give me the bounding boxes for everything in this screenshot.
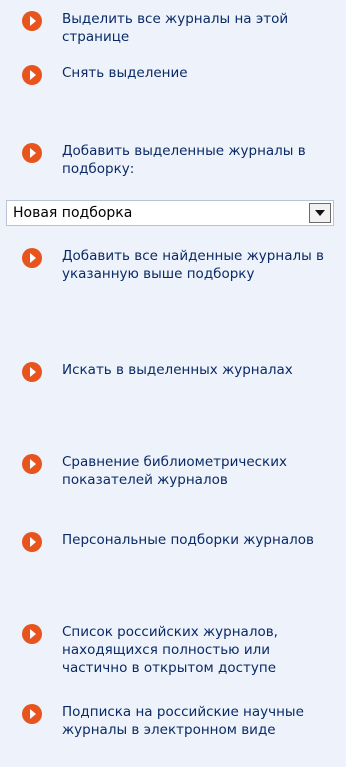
orange-circle-play-icon bbox=[22, 532, 42, 552]
action-compare-metrics[interactable]: Сравнение библиометрических показателей … bbox=[22, 453, 342, 489]
orange-circle-play-icon bbox=[22, 65, 42, 85]
action-search-selected-label: Искать в выделенных журналах bbox=[62, 362, 293, 378]
action-add-selected[interactable]: Добавить выделенные журналы в подборку: bbox=[22, 142, 342, 178]
action-deselect[interactable]: Снять выделение bbox=[22, 64, 342, 85]
action-subscription-label: Подписка на российские научные журналы в… bbox=[62, 704, 304, 738]
action-personal-collections[interactable]: Персональные подборки журналов bbox=[22, 531, 342, 552]
action-compare-metrics-label: Сравнение библиометрических показателей … bbox=[62, 454, 287, 488]
action-select-all-label: Выделить все журналы на этой странице bbox=[62, 11, 289, 45]
action-open-access-list-label: Список российских журналов, находящихся … bbox=[62, 624, 278, 676]
chevron-down-icon bbox=[315, 210, 325, 216]
action-deselect-label: Снять выделение bbox=[62, 65, 188, 81]
action-add-all-found[interactable]: Добавить все найденные журналы в указанн… bbox=[22, 247, 342, 283]
orange-circle-play-icon bbox=[22, 624, 42, 644]
action-personal-collections-label: Персональные подборки журналов bbox=[62, 532, 314, 548]
action-search-selected[interactable]: Искать в выделенных журналах bbox=[22, 361, 342, 382]
orange-circle-play-icon bbox=[22, 11, 42, 31]
select-dropdown-button[interactable] bbox=[309, 203, 331, 223]
collection-select[interactable]: Новая подборка bbox=[6, 200, 334, 226]
orange-circle-play-icon bbox=[22, 143, 42, 163]
orange-circle-play-icon bbox=[22, 248, 42, 268]
orange-circle-play-icon bbox=[22, 704, 42, 724]
action-add-all-found-label: Добавить все найденные журналы в указанн… bbox=[62, 248, 324, 282]
action-select-all[interactable]: Выделить все журналы на этой странице bbox=[22, 10, 342, 46]
collection-select-value: Новая подборка bbox=[13, 205, 133, 221]
action-subscription[interactable]: Подписка на российские научные журналы в… bbox=[22, 703, 342, 739]
orange-circle-play-icon bbox=[22, 454, 42, 474]
orange-circle-play-icon bbox=[22, 362, 42, 382]
action-add-selected-label: Добавить выделенные журналы в подборку: bbox=[62, 143, 306, 177]
action-open-access-list[interactable]: Список российских журналов, находящихся … bbox=[22, 623, 342, 677]
